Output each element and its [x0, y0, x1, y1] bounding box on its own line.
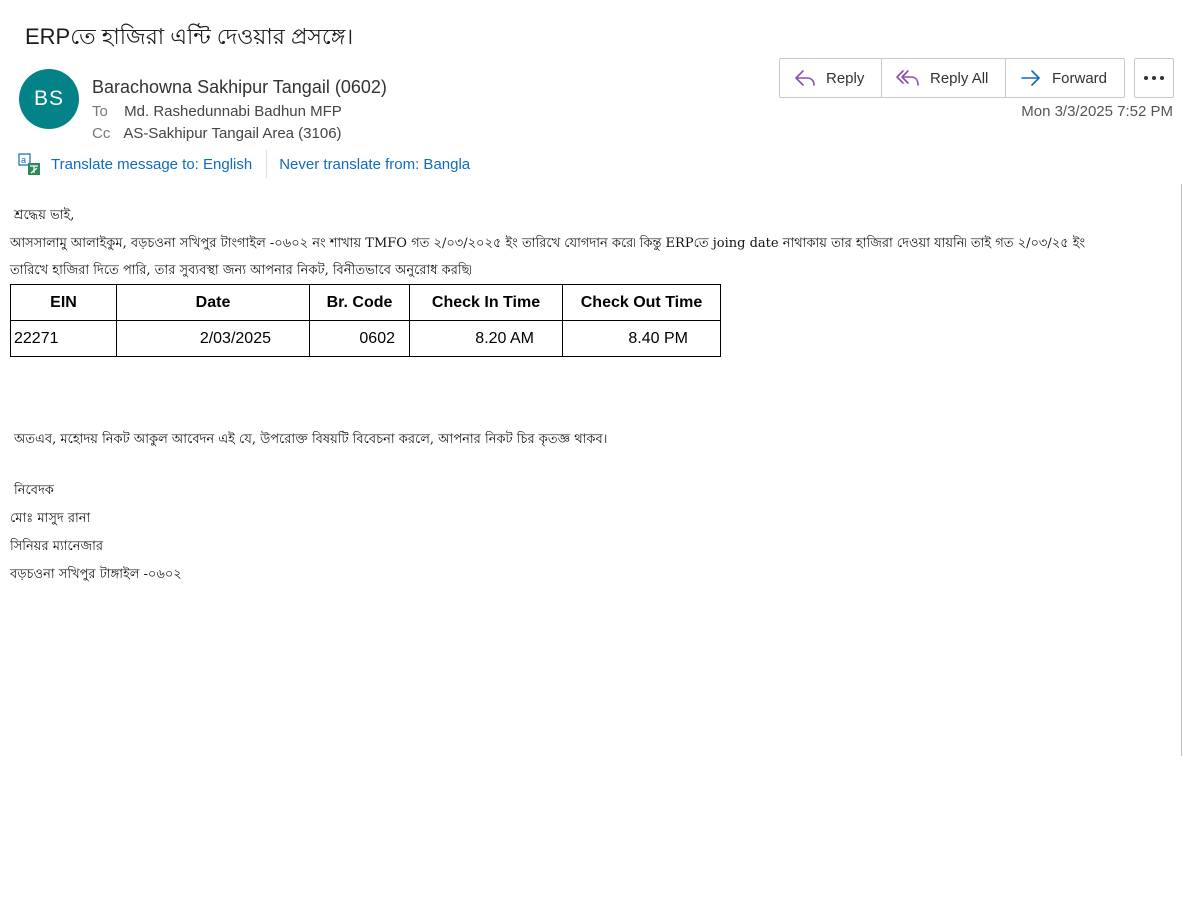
to-label: To	[92, 103, 108, 120]
cell-br-code: 0602	[309, 320, 410, 357]
svg-text:a: a	[21, 155, 26, 165]
signature-line-1: নিবেদক	[14, 483, 54, 498]
cell-check-in: 8.20 AM	[409, 320, 563, 357]
table-header-row: EIN Date Br. Code Check In Time Check Ou…	[10, 284, 721, 321]
sender-name[interactable]: Barachowna Sakhipur Tangail (0602)	[92, 77, 387, 98]
cc-row: Cc AS-Sakhipur Tangail Area (3106)	[92, 125, 342, 142]
to-recipient[interactable]: Md. Rashedunnabi Badhun MFP	[124, 103, 342, 120]
to-row: To Md. Rashedunnabi Badhun MFP	[92, 103, 342, 120]
cell-ein: 22271	[10, 320, 117, 357]
scrollbar[interactable]	[1181, 184, 1182, 756]
translate-divider	[266, 150, 268, 178]
translate-bar: a Translate message to: English Never tr…	[18, 150, 470, 178]
forward-label: Forward	[1052, 69, 1108, 87]
cell-date: 2/03/2025	[116, 320, 310, 357]
table-row: 22271 2/03/2025 0602 8.20 AM 8.40 PM	[10, 320, 721, 357]
cc-label: Cc	[92, 125, 111, 142]
email-subject: ERPতে হাজিরা এন্টি দেওয়ার প্রসঙ্গে।	[25, 24, 354, 49]
reply-all-button[interactable]: Reply All	[882, 59, 1006, 97]
signature-title: সিনিয়র ম্যানেজার	[10, 539, 104, 554]
reply-icon	[795, 70, 815, 86]
never-translate-link[interactable]: Never translate from: Bangla	[279, 156, 470, 173]
header-check-in: Check In Time	[409, 284, 563, 321]
translate-message-link[interactable]: Translate message to: English	[51, 156, 252, 173]
translate-icon: a	[18, 152, 40, 175]
greeting: শ্রদ্ধেয় ভাই,	[14, 208, 75, 223]
signature-branch: বড়চওনা সখিপুর টাঙ্গাইল -০৬০২	[10, 567, 182, 582]
forward-button[interactable]: Forward	[1006, 59, 1124, 97]
action-bar: Reply Reply All Forward	[779, 58, 1125, 98]
more-actions-button[interactable]	[1134, 58, 1174, 98]
cell-check-out: 8.40 PM	[562, 320, 721, 357]
header-ein: EIN	[10, 284, 117, 321]
reply-all-label: Reply All	[930, 69, 989, 87]
body-paragraph-line-2: তারিখে হাজিরা দিতে পারি, তার সুব্যবস্থা …	[10, 263, 472, 278]
reply-all-icon	[896, 70, 919, 86]
attendance-table: EIN Date Br. Code Check In Time Check Ou…	[10, 284, 721, 357]
avatar[interactable]: BS	[19, 69, 79, 129]
header-check-out: Check Out Time	[562, 284, 721, 321]
reply-label: Reply	[826, 69, 865, 87]
header-br-code: Br. Code	[309, 284, 410, 321]
more-icon	[1144, 76, 1164, 80]
body-paragraph-line-1: আসসালামু আলাইকুম, বড়চওনা সখিপুর টাংগাইল…	[10, 236, 1086, 251]
received-date: Mon 3/3/2025 7:52 PM	[1021, 103, 1173, 120]
closing-paragraph: অতএব, মহোদয় নিকট আকুল আবেদন এই যে, উপরো…	[14, 432, 608, 447]
header-date: Date	[116, 284, 310, 321]
cc-recipient[interactable]: AS-Sakhipur Tangail Area (3106)	[123, 125, 341, 142]
signature-name: মোঃ মাসুদ রানা	[10, 511, 91, 526]
forward-icon	[1021, 70, 1040, 86]
reply-button[interactable]: Reply	[780, 59, 882, 97]
